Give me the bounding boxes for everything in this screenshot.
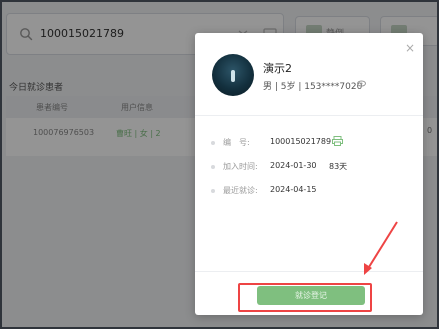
screen-frame bbox=[0, 0, 439, 329]
